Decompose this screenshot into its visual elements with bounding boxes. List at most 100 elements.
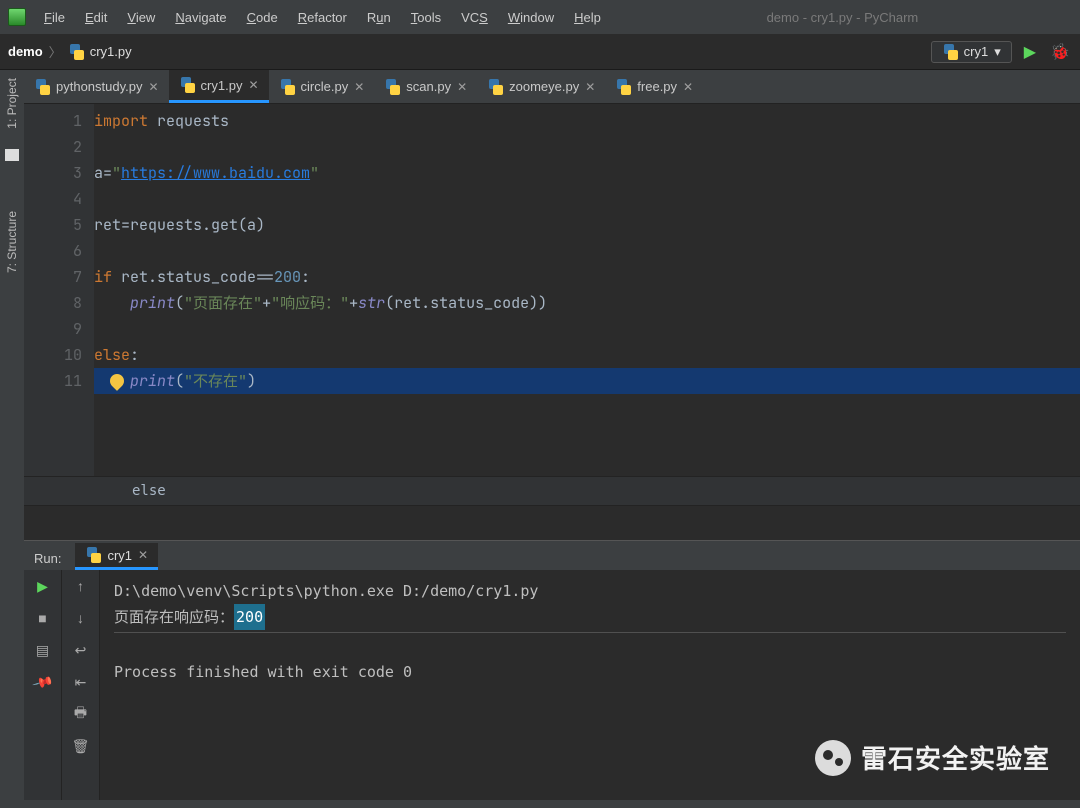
- project-tool-window-button[interactable]: 1: Project: [5, 78, 19, 129]
- pin-icon[interactable]: 📌: [32, 671, 54, 693]
- code-line-5[interactable]: ret=requests.get(a): [94, 212, 1080, 238]
- menu-edit[interactable]: Edit: [77, 8, 115, 27]
- line-number: 1: [24, 108, 82, 134]
- console-selected-text: 200: [234, 604, 265, 630]
- down-arrow-icon[interactable]: ↓: [73, 610, 89, 626]
- code-area[interactable]: import requests a="https://www.baidu.com…: [94, 104, 1080, 476]
- line-number: 7: [24, 264, 82, 290]
- code-line-2[interactable]: [94, 134, 1080, 160]
- menu-help[interactable]: Help: [566, 8, 609, 27]
- navigation-bar: demo 〉 cry1.py cry1 ▾ ▶ 🐞: [0, 34, 1080, 70]
- editor-area: pythonstudy.py ✕ cry1.py ✕ circle.py ✕ s…: [24, 70, 1080, 506]
- editor-tabs: pythonstudy.py ✕ cry1.py ✕ circle.py ✕ s…: [24, 70, 1080, 104]
- status-bar: [0, 800, 1080, 808]
- code-line-4[interactable]: [94, 186, 1080, 212]
- line-number: 3: [24, 160, 82, 186]
- line-number: 5: [24, 212, 82, 238]
- code-breadcrumb[interactable]: else: [24, 476, 1080, 506]
- menu-view[interactable]: View: [119, 8, 163, 27]
- chevron-right-icon: 〉: [49, 42, 62, 61]
- run-action-toolbar-2: ↑ ↓ ↩ ⇤ 🖶 🗑: [62, 570, 100, 800]
- python-file-icon: [179, 77, 195, 93]
- menu-tools[interactable]: Tools: [403, 8, 449, 27]
- debug-button-icon[interactable]: 🐞: [1048, 42, 1072, 62]
- python-file-icon: [615, 79, 631, 95]
- run-panel-tab[interactable]: cry1 ✕: [75, 543, 158, 570]
- editor-tab-zoomeye[interactable]: zoomeye.py ✕: [477, 70, 605, 103]
- menu-window[interactable]: Window: [500, 8, 562, 27]
- editor-tab-free[interactable]: free.py ✕: [605, 70, 703, 103]
- tab-label: cry1.py: [201, 78, 243, 93]
- tab-label: circle.py: [301, 79, 349, 94]
- code-line-9[interactable]: [94, 316, 1080, 342]
- wechat-icon: [815, 740, 851, 776]
- editor-tab-pythonstudy[interactable]: pythonstudy.py ✕: [24, 70, 169, 103]
- window-title: demo - cry1.py - PyCharm: [613, 10, 1072, 25]
- code-line-7[interactable]: if ret.status_code==200:: [94, 264, 1080, 290]
- code-line-1[interactable]: import requests: [94, 108, 1080, 134]
- folder-icon[interactable]: [5, 149, 19, 161]
- close-icon[interactable]: ✕: [148, 80, 158, 94]
- editor-tab-scan[interactable]: scan.py ✕: [374, 70, 477, 103]
- print-icon[interactable]: 🖶: [73, 706, 89, 722]
- close-icon[interactable]: ✕: [354, 80, 364, 94]
- breadcrumb: demo 〉 cry1.py: [8, 42, 925, 61]
- console-command: D:\demo\venv\Scripts\python.exe D:/demo/…: [114, 578, 1066, 604]
- editor[interactable]: 1 2 3 4 5 6 7 8 9 10 11 import requests …: [24, 104, 1080, 476]
- tab-label: scan.py: [406, 79, 451, 94]
- up-arrow-icon[interactable]: ↑: [73, 578, 89, 594]
- menu-run[interactable]: Run: [359, 8, 399, 27]
- code-line-10[interactable]: else:: [94, 342, 1080, 368]
- run-panel-header: Run: cry1 ✕: [24, 540, 1080, 570]
- menu-file[interactable]: File: [36, 8, 73, 27]
- code-line-11[interactable]: print("不存在"): [94, 368, 1080, 394]
- run-tab-label: cry1: [107, 548, 132, 563]
- run-config-name: cry1: [964, 44, 989, 59]
- run-button-icon[interactable]: ▶: [1018, 42, 1042, 62]
- menu-navigate[interactable]: Navigate: [167, 8, 234, 27]
- code-line-6[interactable]: [94, 238, 1080, 264]
- run-panel-title: Run:: [24, 547, 71, 570]
- python-file-icon: [68, 44, 84, 60]
- structure-tool-window-button[interactable]: 7: Structure: [5, 211, 19, 273]
- code-breadcrumb-label: else: [132, 483, 166, 499]
- breadcrumb-project[interactable]: demo: [8, 44, 43, 59]
- console-text: 页面存在响应码：: [114, 608, 234, 626]
- python-icon: [85, 547, 101, 563]
- close-icon[interactable]: ✕: [683, 80, 693, 94]
- close-icon[interactable]: ✕: [585, 80, 595, 94]
- run-configuration-selector[interactable]: cry1 ▾: [931, 41, 1012, 63]
- rerun-icon[interactable]: ▶: [35, 578, 51, 594]
- menu-code[interactable]: Code: [239, 8, 286, 27]
- dropdown-icon: ▾: [994, 44, 1001, 60]
- pycharm-app-icon: [8, 8, 26, 26]
- watermark-text: 雷石安全实验室: [861, 739, 1050, 776]
- console-exit-line: Process finished with exit code 0: [114, 659, 1066, 685]
- tool-window-strip-left: 1: Project 7: Structure: [0, 70, 24, 808]
- editor-tab-cry1[interactable]: cry1.py ✕: [169, 70, 269, 103]
- breadcrumb-file[interactable]: cry1.py: [90, 44, 132, 59]
- tab-label: pythonstudy.py: [56, 79, 142, 94]
- line-number: 10: [24, 342, 82, 368]
- python-file-icon: [279, 79, 295, 95]
- tab-label: zoomeye.py: [509, 79, 579, 94]
- scroll-to-end-icon[interactable]: ⇤: [73, 674, 89, 690]
- watermark: 雷石安全实验室: [815, 739, 1050, 776]
- editor-tab-circle[interactable]: circle.py ✕: [269, 70, 375, 103]
- close-icon[interactable]: ✕: [248, 78, 258, 92]
- stop-icon[interactable]: ■: [35, 610, 51, 626]
- menu-bar: File Edit View Navigate Code Refactor Ru…: [0, 0, 1080, 34]
- close-icon[interactable]: ✕: [457, 80, 467, 94]
- trash-icon[interactable]: 🗑: [73, 738, 89, 754]
- code-line-3[interactable]: a="https://www.baidu.com": [94, 160, 1080, 186]
- layout-icon[interactable]: ▤: [35, 642, 51, 658]
- python-file-icon: [487, 79, 503, 95]
- console-blank: [114, 633, 1066, 659]
- console-line: 页面存在响应码：200: [114, 604, 1066, 630]
- menu-refactor[interactable]: Refactor: [290, 8, 355, 27]
- python-file-icon: [384, 79, 400, 95]
- soft-wrap-icon[interactable]: ↩: [73, 642, 89, 658]
- menu-vcs[interactable]: VCS: [453, 8, 496, 27]
- close-icon[interactable]: ✕: [138, 548, 148, 562]
- code-line-8[interactable]: print("页面存在"+"响应码："+str(ret.status_code)…: [94, 290, 1080, 316]
